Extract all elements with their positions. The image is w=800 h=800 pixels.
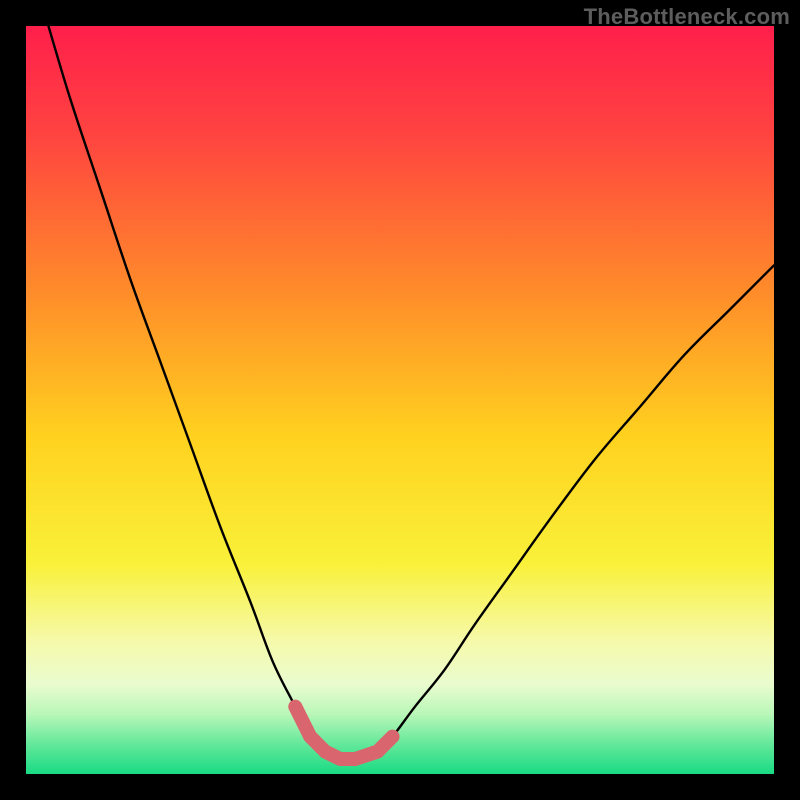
watermark: TheBottleneck.com xyxy=(584,4,790,30)
chart-frame: TheBottleneck.com xyxy=(0,0,800,800)
bottleneck-curve xyxy=(48,26,774,760)
plot-area xyxy=(26,26,774,774)
curve-layer xyxy=(26,26,774,774)
valley-highlight xyxy=(295,707,392,759)
